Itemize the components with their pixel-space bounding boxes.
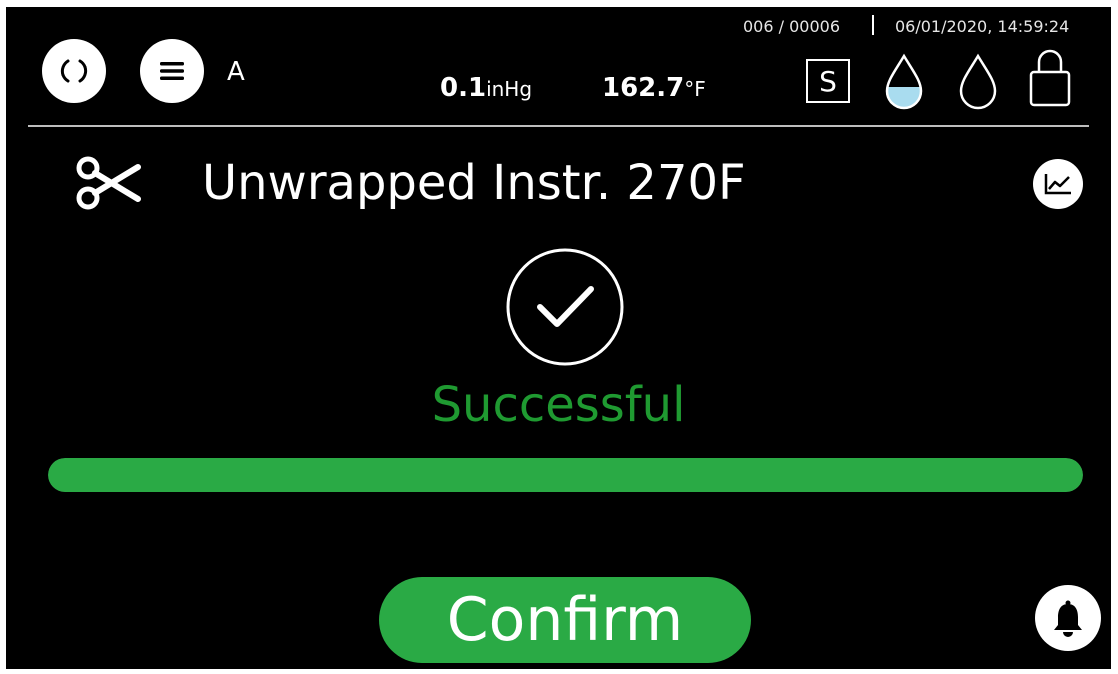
cycle-counter: 006 / 00006 — [743, 17, 840, 36]
lock-icon — [1029, 49, 1071, 107]
confirm-button[interactable]: Confirm — [379, 577, 751, 663]
pressure-readout: 0.1inHg — [440, 73, 532, 103]
status-text: Successful — [431, 377, 686, 433]
pressure-value: 0.1 — [440, 73, 487, 103]
menu-icon — [160, 62, 184, 80]
scissors-icon — [76, 156, 141, 210]
check-circle-icon — [506, 248, 624, 366]
datetime: 06/01/2020, 14:59:24 — [895, 17, 1070, 36]
temperature-unit: °F — [684, 77, 706, 101]
progress-fill — [48, 458, 1083, 492]
alarm-button[interactable] — [1035, 585, 1101, 651]
refresh-icon — [60, 59, 88, 83]
cycle-graph-button[interactable] — [1033, 159, 1083, 209]
program-name: Unwrapped Instr. 270F — [202, 155, 746, 211]
menu-button[interactable] — [140, 39, 204, 103]
header-divider — [28, 125, 1089, 127]
temperature-value: 162.7 — [602, 73, 685, 103]
refresh-button[interactable] — [42, 39, 106, 103]
header-separator — [872, 15, 874, 35]
operator-label: A — [227, 57, 245, 87]
bell-icon — [1054, 600, 1082, 637]
temperature-readout: 162.7°F — [602, 73, 706, 103]
water-drop-icon — [959, 53, 997, 110]
progress-bar — [48, 458, 1083, 492]
line-chart-icon — [1044, 174, 1071, 195]
sterilizer-screen: A 006 / 00006 06/01/2020, 14:59:24 0.1in… — [6, 7, 1111, 669]
s-indicator: S — [806, 59, 850, 103]
water-level-icon — [885, 53, 923, 110]
pressure-unit: inHg — [486, 77, 533, 101]
